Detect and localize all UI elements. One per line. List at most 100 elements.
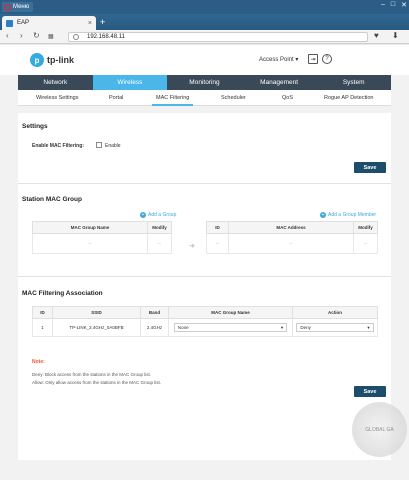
cell-empty: -- [228,233,354,254]
mac-group-select[interactable]: None ▾ [173,323,288,332]
nav-network[interactable]: Network [18,75,93,90]
table-header-row: ID SSID Band MAC Group Name Action [32,306,378,319]
logout-icon[interactable]: ⇥ [308,54,318,64]
action-select[interactable]: Deny ▾ [296,323,374,332]
add-group-link[interactable]: + Add a Group [140,212,176,218]
minimize-icon[interactable]: – [381,1,385,9]
add-icon: + [140,212,146,218]
tab-title: EAP [17,20,30,26]
col-mac-group-name: MAC Group Name [168,306,293,319]
favicon-icon [6,19,13,27]
col-ssid: SSID [52,306,141,319]
cell-group: None ▾ [168,318,293,337]
col-mac-group-name: MAC Group Name [32,221,148,234]
nav-system[interactable]: System [316,75,391,90]
col-mac-address: MAC Address [228,221,354,234]
url-input[interactable]: 192.168.48.11 [68,32,368,42]
col-modify: Modify [353,221,378,234]
mac-group-table: MAC Group Name Modify -- -- [32,221,172,254]
browser-tab[interactable]: EAP × [2,16,96,30]
subnav-qos[interactable]: QoS [282,95,293,101]
watermark-text: GLOBAL GA [365,426,394,433]
content-card: Settings Enable MAC Filtering: Enable Sa… [18,113,391,460]
chevron-down-icon: ▾ [367,324,370,330]
divider [18,276,391,277]
subnav-rogue-ap-detection[interactable]: Rogue AP Detection [324,95,373,101]
table-header-row: ID MAC Address Modify [206,221,378,234]
watermark-logo: GLOBAL GA [352,402,407,457]
settings-title: Settings [22,123,48,130]
window-controls: – □ ✕ [381,1,407,9]
browser-menu-label: Меню [13,4,30,10]
back-icon[interactable]: ‹ [6,31,9,40]
subnav-mac-filtering[interactable]: MAC Filtering [151,95,194,106]
cell-empty: -- [206,233,229,254]
enable-option-label: Enable [105,143,121,149]
mac-address-table: ID MAC Address Modify -- -- -- [206,221,378,254]
tab-bar: EAP × + [0,14,409,30]
new-tab-icon[interactable]: + [100,17,105,27]
association-table: ID SSID Band MAC Group Name Action 1 TP-… [32,306,378,337]
add-group-label: Add a Group [148,212,177,218]
add-icon: + [320,212,326,218]
col-id: ID [206,221,229,234]
arrow-right-icon: ➜ [189,243,195,250]
subnav-portal[interactable]: Portal [109,95,123,101]
mode-label: Access Point [259,57,294,63]
subnav-scheduler[interactable]: Scheduler [221,95,246,101]
chevron-down-icon: ▾ [280,324,284,330]
help-icon[interactable]: ? [322,54,332,64]
action-value: Deny [300,325,311,330]
add-group-member-label: Add a Group Member [328,212,377,218]
url-text: 192.168.48.11 [87,34,125,40]
sub-nav: Wireless Settings Portal MAC Filtering S… [18,90,391,106]
opera-logo-icon [4,3,11,11]
tab-close-icon[interactable]: × [88,20,92,27]
page-header: p tp-link Access Point ▾ ⇥ ? [0,45,409,75]
cell-id: 1 [32,318,53,337]
site-info-icon[interactable] [73,34,79,40]
subnav-wireless-settings[interactable]: Wireless Settings [36,95,79,101]
mac-filtering-association-title: MAC Filtering Association [22,290,103,297]
tp-link-logo: p tp-link [30,53,74,67]
association-save-button[interactable]: Save [354,386,386,397]
tp-link-logo-icon: p [30,53,44,67]
cell-ssid: TP-LINK_2.4GHz_0A0BFB [52,318,141,337]
nav-wireless[interactable]: Wireless [92,75,168,90]
close-window-icon[interactable]: ✕ [401,1,407,9]
cell-empty: -- [32,233,148,254]
table-row: 1 TP-LINK_2.4GHz_0A0BFB 2.4GHz None ▾ De… [32,318,378,337]
station-mac-group-title: Station MAC Group [22,196,82,203]
table-row: -- -- [32,233,172,254]
router-admin-page: p tp-link Access Point ▾ ⇥ ? Network Wir… [0,45,409,480]
add-group-member-link[interactable]: + Add a Group Member [320,212,376,218]
address-bar: ‹ › ↻ ▦ 192.168.48.11 ♥ ⬇ [0,30,409,44]
main-nav: Network Wireless Monitoring Management S… [18,75,391,90]
mode-select[interactable]: Access Point ▾ [259,56,298,63]
cell-band: 2.4GHz [140,318,169,337]
table-row: -- -- -- [206,233,378,254]
col-id: ID [32,306,53,319]
enable-checkbox[interactable] [96,142,102,148]
forward-icon[interactable]: › [20,31,23,40]
col-action: Action [292,306,378,319]
divider [18,183,391,184]
download-icon[interactable]: ⬇ [392,31,399,40]
browser-menu-button[interactable]: Меню [2,2,34,12]
note-allow: Allow: Only allow access from the statio… [32,380,162,385]
col-band: Band [140,306,169,319]
table-header-row: MAC Group Name Modify [32,221,172,234]
nav-management[interactable]: Management [242,75,317,90]
note-title: Note: [32,359,45,365]
maximize-icon[interactable]: □ [391,1,395,9]
speed-dial-icon[interactable]: ▦ [48,33,54,40]
heart-icon[interactable]: ♥ [374,31,379,40]
window-titlebar: Меню – □ ✕ [0,0,409,14]
settings-save-button[interactable]: Save [354,162,386,173]
mac-group-value: None [177,325,189,330]
note-deny: Deny: Block access from the stations in … [32,372,152,377]
cell-empty: -- [353,233,378,254]
reload-icon[interactable]: ↻ [33,31,40,40]
nav-monitoring[interactable]: Monitoring [167,75,242,90]
logo-text: tp-link [47,55,74,65]
